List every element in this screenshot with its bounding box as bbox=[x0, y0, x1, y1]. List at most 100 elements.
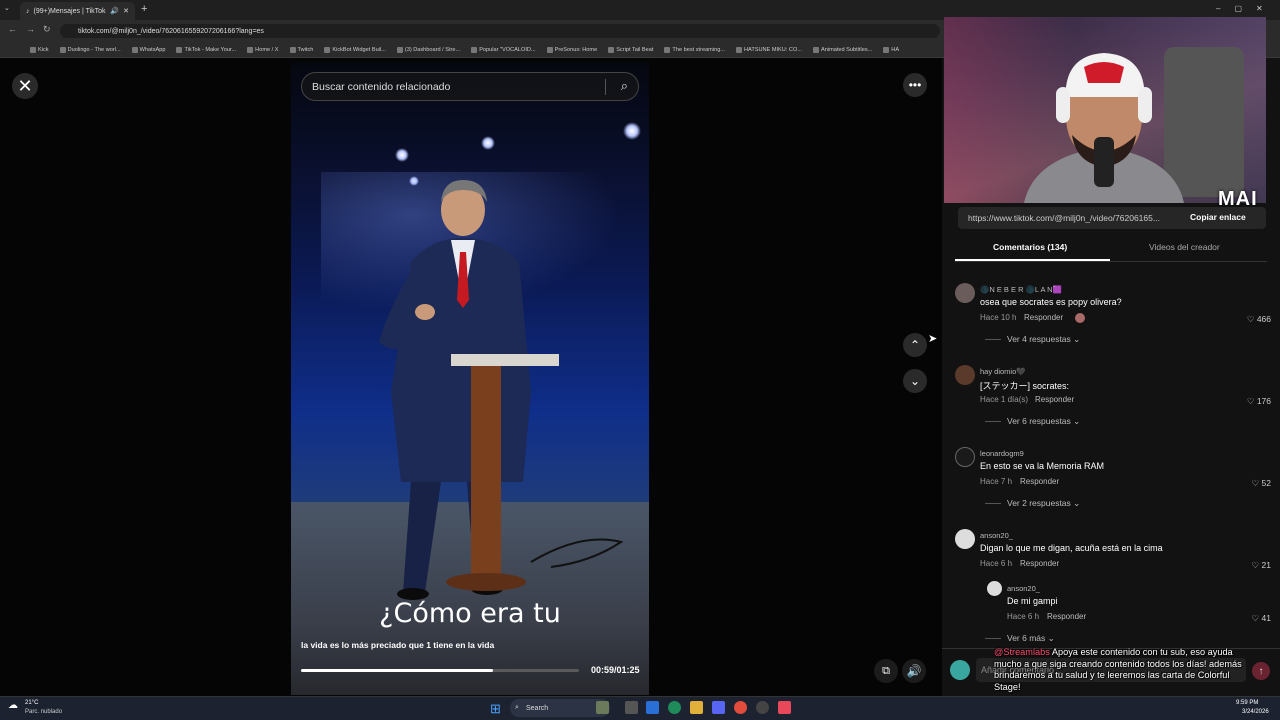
bookmark-item[interactable]: Home / X bbox=[247, 46, 279, 53]
like-count[interactable]: ♡ 41 bbox=[1231, 613, 1271, 624]
close-viewer-button[interactable]: ✕ bbox=[12, 73, 38, 99]
reply-button[interactable]: Responder bbox=[1047, 612, 1086, 621]
like-count[interactable]: ♡ 466 bbox=[1231, 314, 1271, 325]
search-placeholder: Buscar contenido relacionado bbox=[312, 80, 451, 93]
view-replies-label: Ver 4 respuestas bbox=[1007, 334, 1071, 344]
pip-icon[interactable]: ⧉ bbox=[874, 659, 898, 683]
clock-date[interactable]: 3/24/2026 bbox=[1242, 709, 1269, 715]
outlook-icon[interactable] bbox=[646, 701, 659, 714]
like-number: 176 bbox=[1256, 396, 1271, 406]
bookmark-item[interactable]: HA bbox=[883, 46, 899, 53]
tab-list-button[interactable]: ⌄ bbox=[4, 4, 16, 16]
video-progress-bar[interactable] bbox=[301, 669, 579, 672]
settings-icon[interactable] bbox=[756, 701, 769, 714]
bookmark-icon bbox=[176, 46, 183, 53]
discord-icon[interactable] bbox=[712, 701, 725, 714]
reload-icon[interactable]: ↻ bbox=[43, 24, 51, 35]
previous-video-button[interactable]: ⌃ bbox=[903, 333, 927, 357]
windows-start-icon[interactable]: ⊞ bbox=[490, 701, 501, 717]
bookmark-item[interactable]: (3) Dashboard / Stre... bbox=[396, 46, 461, 53]
bookmark-item[interactable]: PreSonus: Home bbox=[546, 46, 598, 53]
bookmark-item[interactable]: Script Tail Beat bbox=[608, 46, 653, 53]
view-replies-button[interactable]: Ver 6 respuestas ⌄ bbox=[985, 416, 1080, 427]
related-search-input[interactable]: Buscar contenido relacionado ⌕ bbox=[301, 72, 639, 101]
like-count[interactable]: ♡ 21 bbox=[1231, 560, 1271, 571]
window-controls[interactable]: –▢✕ bbox=[1216, 4, 1277, 13]
comment-username[interactable]: 🌑N E B E R 🌑L A N🟪 bbox=[980, 285, 1062, 294]
search-icon: ⌕ bbox=[515, 704, 519, 711]
bookmark-label: WhatsApp bbox=[139, 46, 166, 53]
bookmark-label: (3) Dashboard / Stre... bbox=[404, 46, 461, 53]
like-count[interactable]: ♡ 176 bbox=[1231, 396, 1271, 407]
forward-icon[interactable]: → bbox=[26, 24, 35, 34]
speaker-icon: 🔊 bbox=[110, 8, 120, 15]
view-replies-label: Ver 2 respuestas bbox=[1007, 498, 1071, 508]
taskbar-search[interactable]: ⌕ Search bbox=[510, 699, 610, 717]
clock-time[interactable]: 9:59 PM bbox=[1236, 700, 1258, 706]
reply-username[interactable]: anson20_ bbox=[1007, 584, 1040, 593]
widgets-icon[interactable] bbox=[596, 701, 609, 714]
tab-title: (99+)Mensajes | TikTok bbox=[33, 7, 106, 15]
comment-time: Hace 1 día(s) bbox=[980, 395, 1029, 404]
weather-description[interactable]: Parc. nublado bbox=[25, 709, 62, 715]
file-explorer-icon[interactable] bbox=[690, 701, 703, 714]
avatar[interactable] bbox=[955, 283, 975, 303]
bookmark-item[interactable]: WhatsApp bbox=[131, 46, 166, 53]
tab-creator-videos[interactable]: Videos del creador bbox=[1149, 242, 1220, 252]
back-icon[interactable]: ← bbox=[8, 24, 17, 34]
heart-icon: ♡ bbox=[1251, 613, 1262, 623]
avatar[interactable] bbox=[955, 529, 975, 549]
comment-username[interactable]: leonardogm9 bbox=[980, 449, 1024, 458]
reply-button[interactable]: Responder bbox=[1020, 559, 1059, 568]
comment-username[interactable]: hay diomio🖤 bbox=[980, 367, 1026, 376]
avatar[interactable] bbox=[955, 447, 975, 467]
weather-temp[interactable]: 21°C bbox=[25, 700, 38, 706]
browser-tab[interactable]: ♪ (99+)Mensajes | TikTok 🔊 ✕ bbox=[20, 2, 135, 20]
view-replies-button[interactable]: Ver 2 respuestas ⌄ bbox=[985, 498, 1080, 509]
bookmark-icon bbox=[30, 46, 36, 53]
reply-button[interactable]: Responder bbox=[1024, 313, 1063, 322]
bookmark-item[interactable]: HATSUNE MIKU: CO... bbox=[735, 46, 802, 53]
tab-comments[interactable]: Comentarios (134) bbox=[993, 242, 1067, 252]
search-icon[interactable]: ⌕ bbox=[621, 78, 628, 94]
bookmark-label: The best streaming... bbox=[672, 46, 725, 53]
user-avatar bbox=[950, 660, 970, 680]
close-tab-icon[interactable]: ✕ bbox=[123, 7, 129, 15]
reply-button[interactable]: Responder bbox=[1020, 477, 1059, 486]
bookmark-item[interactable]: Twitch bbox=[289, 46, 313, 53]
bookmark-icon bbox=[471, 46, 478, 53]
music-icon[interactable] bbox=[778, 701, 791, 714]
bookmark-item[interactable]: Kick bbox=[30, 46, 49, 53]
bookmark-item[interactable]: Animated Subtitles... bbox=[812, 46, 873, 53]
bookmark-label: PreSonus: Home bbox=[554, 46, 598, 53]
bookmark-item[interactable]: The best streaming... bbox=[664, 46, 725, 53]
avatar[interactable] bbox=[987, 581, 1002, 596]
view-replies-button[interactable]: Ver 4 respuestas ⌄ bbox=[985, 334, 1080, 345]
heart-icon: ♡ bbox=[1246, 314, 1257, 324]
comment-text: osea que socrates es popy olivera? bbox=[980, 297, 1122, 307]
chevron-down-icon: ⌄ bbox=[1047, 633, 1055, 643]
bookmark-label: TikTok - Make Your... bbox=[184, 46, 237, 53]
bookmark-item[interactable]: Popular "VOCALOID... bbox=[471, 46, 536, 53]
bookmark-item[interactable]: Duolingo - The worl... bbox=[59, 46, 121, 53]
view-more-replies-button[interactable]: Ver 6 más ⌄ bbox=[985, 633, 1055, 644]
copy-link-button[interactable]: Copiar enlace bbox=[1190, 212, 1246, 222]
bookmark-item[interactable]: KickBot Widget Buil... bbox=[324, 46, 386, 53]
next-video-button[interactable]: ⌄ bbox=[903, 369, 927, 393]
bookmark-label: Animated Subtitles... bbox=[820, 46, 873, 53]
heart-icon: ♡ bbox=[1251, 478, 1262, 488]
like-count[interactable]: ♡ 52 bbox=[1231, 478, 1271, 489]
new-tab-button[interactable]: + bbox=[141, 3, 147, 15]
reply-button[interactable]: Responder bbox=[1035, 395, 1074, 404]
task-view-icon[interactable] bbox=[625, 701, 638, 714]
url-field[interactable]: tiktok.com/@milj0n_/video/76206165592072… bbox=[60, 24, 940, 38]
more-options-button[interactable]: ••• bbox=[903, 73, 927, 97]
avatar[interactable] bbox=[955, 365, 975, 385]
browser-icon[interactable] bbox=[668, 701, 681, 714]
volume-icon[interactable]: 🔊 bbox=[902, 659, 926, 683]
send-button[interactable]: ↑ bbox=[1252, 662, 1270, 680]
chrome-icon[interactable] bbox=[734, 701, 747, 714]
comment-username[interactable]: anson20_ bbox=[980, 531, 1013, 540]
bookmark-item[interactable]: TikTok - Make Your... bbox=[176, 46, 237, 53]
url-text: tiktok.com/@milj0n_/video/76206165592072… bbox=[78, 27, 264, 35]
